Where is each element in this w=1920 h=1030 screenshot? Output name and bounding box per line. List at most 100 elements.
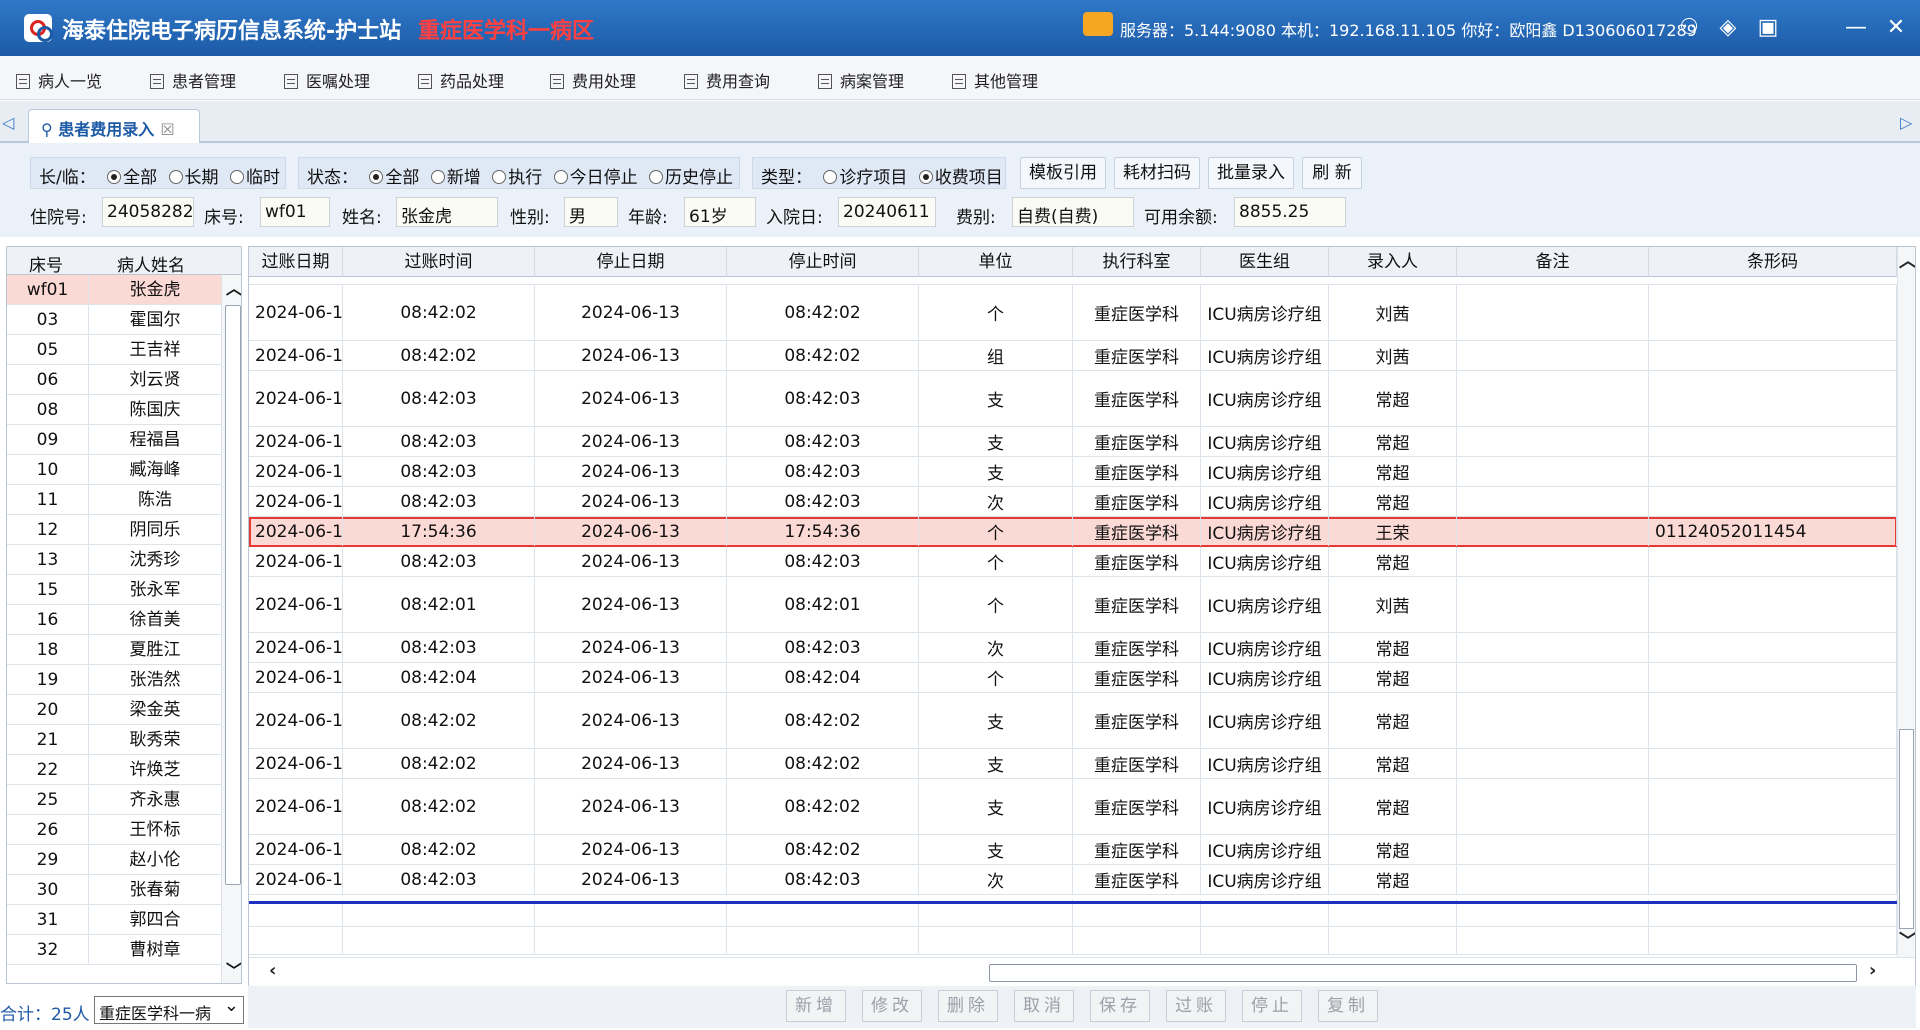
chevron-down-icon[interactable]: ﹀ [226,957,241,981]
menu-other[interactable]: 其他管理 [952,68,1038,91]
tab-scroll-right-icon[interactable]: ▷ [1900,113,1912,132]
bed-row[interactable]: 16 徐首美 [7,605,221,635]
table-row[interactable]: 2024-06-1308:42:022024-06-1308:42:02支重症医… [249,693,1897,749]
table-row[interactable]: 2024-06-1308:42:032024-06-1308:42:03支重症医… [249,371,1897,427]
template-button[interactable]: 模板引用 [1020,157,1106,189]
layers-icon[interactable]: ◈ [1714,14,1742,42]
bed-row[interactable]: 29 赵小伦 [7,845,221,875]
bed-row[interactable]: 13 沈秀珍 [7,545,221,575]
user-icon[interactable]: ⚇ [1675,14,1703,42]
bed-row[interactable]: 26 王怀标 [7,815,221,845]
bed-row[interactable]: 06 刘云贤 [7,365,221,395]
menu-patient-overview[interactable]: 病人一览 [16,68,102,91]
menu-patient-management[interactable]: 患者管理 [150,68,236,91]
bed-field[interactable]: wf01 [260,197,330,227]
bed-row[interactable]: 11 陈浩 [7,485,221,515]
close-icon[interactable]: ✕ [1882,14,1910,42]
table-row[interactable]: 2024-06-1308:42:042024-06-1308:42:04个重症医… [249,663,1897,693]
table-row[interactable]: 2024-06-1308:42:022024-06-1308:42:02支重症医… [249,749,1897,779]
column-header[interactable]: 备注 [1457,247,1649,277]
tab-patient-fee-entry[interactable]: ⚲ 患者费用录入 ☒ [28,109,200,143]
add-button[interactable]: 新增 [786,990,846,1022]
column-header[interactable]: 条形码 [1649,247,1897,277]
radio-status-all[interactable] [369,170,384,184]
bed-row[interactable]: 30 张春菊 [7,875,221,905]
batch-entry-button[interactable]: 批量录入 [1208,157,1294,189]
radio-long-temp-long[interactable] [168,170,183,184]
department-select[interactable]: 重症医学科一病 [94,996,244,1024]
chevron-right-icon[interactable]: › [1869,960,1876,981]
column-header[interactable]: 过账日期 [249,247,343,277]
bed-row[interactable]: wf01 张金虎 [7,275,221,305]
radio-status-stopped-today[interactable] [553,170,568,184]
scroll-thumb[interactable] [989,964,1857,982]
table-row[interactable]: 2024-06-1308:42:012024-06-1308:42:01个重症医… [249,577,1897,633]
lock-screen-icon[interactable]: ▣ [1754,14,1782,42]
bed-row[interactable]: 12 阴同乐 [7,515,221,545]
scroll-thumb[interactable] [1899,729,1914,929]
table-row[interactable]: 2024-06-1308:42:032024-06-1308:42:03次重症医… [249,487,1897,517]
fee-type-field[interactable]: 自费(自费) [1012,197,1134,227]
bed-row[interactable]: 21 耿秀荣 [7,725,221,755]
bed-row[interactable]: 31 郭四合 [7,905,221,935]
chevron-left-icon[interactable]: ‹ [269,960,276,981]
scan-consumables-button[interactable]: 耗材扫码 [1114,157,1200,189]
table-row[interactable]: 2024-06-1308:42:022024-06-1308:42:02支重症医… [249,779,1897,835]
tab-scroll-left-icon[interactable]: ◁ [2,113,14,132]
radio-type-charge[interactable] [918,170,933,184]
chevron-down-icon[interactable]: ﹀ [1899,927,1915,953]
radio-status-stopped-history[interactable] [649,170,664,184]
table-row[interactable]: 2024-06-1308:42:022024-06-1308:42:02支重症医… [249,835,1897,865]
copy-button[interactable]: 复制 [1318,990,1378,1022]
save-button[interactable]: 保存 [1090,990,1150,1022]
age-field[interactable]: 61岁 [684,197,756,227]
grid-horizontal-scrollbar[interactable]: ‹ › [249,957,1915,987]
sex-field[interactable]: 男 [564,197,618,227]
bed-row[interactable]: 05 王吉祥 [7,335,221,365]
stop-button[interactable]: 停止 [1242,990,1302,1022]
table-row[interactable]: 2024-06-1317:54:362024-06-1317:54:36个重症医… [249,517,1897,547]
bed-row[interactable]: 32 曹树章 [7,935,221,965]
column-header[interactable]: 停止日期 [535,247,727,277]
radio-long-temp-temp[interactable] [229,170,244,184]
edit-button[interactable]: 修改 [862,990,922,1022]
bed-row[interactable]: 18 夏胜江 [7,635,221,665]
balance-field[interactable]: 8855.25 [1234,197,1346,227]
menu-orders[interactable]: 医嘱处理 [284,68,370,91]
admit-date-field[interactable]: 20240611 [838,197,936,227]
bed-list-scrollbar[interactable]: ︿ ﹀ [221,275,241,983]
tab-close-icon[interactable]: ☒ [160,120,174,139]
grid-vertical-scrollbar[interactable]: ︿ ﹀ [1897,247,1915,957]
bed-row[interactable]: 08 陈国庆 [7,395,221,425]
delete-button[interactable]: 删除 [938,990,998,1022]
bed-row[interactable]: 19 张浩然 [7,665,221,695]
column-header[interactable]: 过账时间 [343,247,535,277]
table-row[interactable]: 2024-06-1308:42:032024-06-1308:42:03次重症医… [249,865,1897,895]
menu-records[interactable]: 病案管理 [818,68,904,91]
column-header[interactable]: 录入人 [1329,247,1457,277]
radio-type-treatment[interactable] [823,170,838,184]
bed-row[interactable]: 22 许焕芝 [7,755,221,785]
minimize-icon[interactable]: — [1842,14,1870,42]
column-header[interactable]: 医生组 [1201,247,1329,277]
bed-row[interactable]: 10 臧海峰 [7,455,221,485]
bed-row[interactable]: 20 梁金英 [7,695,221,725]
post-button[interactable]: 过账 [1166,990,1226,1022]
table-row[interactable]: 2024-06-1308:42:022024-06-1308:42:02个重症医… [249,285,1897,341]
column-header[interactable]: 执行科室 [1073,247,1201,277]
radio-status-new[interactable] [430,170,445,184]
column-header[interactable]: 单位 [919,247,1073,277]
radio-long-temp-all[interactable] [107,170,122,184]
bed-row[interactable]: 25 齐永惠 [7,785,221,815]
bed-row[interactable]: 03 霍国尔 [7,305,221,335]
column-header[interactable]: 停止时间 [727,247,919,277]
table-row[interactable]: 2024-06-1308:42:032024-06-1308:42:03支重症医… [249,427,1897,457]
bed-row[interactable]: 09 程福昌 [7,425,221,455]
menu-drugs[interactable]: 药品处理 [418,68,504,91]
table-row[interactable]: 2024-06-1308:42:032024-06-1308:42:03个重症医… [249,547,1897,577]
scroll-thumb[interactable] [225,305,241,885]
table-row[interactable]: 2024-06-1308:42:032024-06-1308:42:03支重症医… [249,457,1897,487]
table-row[interactable]: 2024-06-1308:42:022024-06-1308:42:02组重症医… [249,341,1897,371]
cancel-button[interactable]: 取消 [1014,990,1074,1022]
menu-fee-query[interactable]: 费用查询 [684,68,770,91]
